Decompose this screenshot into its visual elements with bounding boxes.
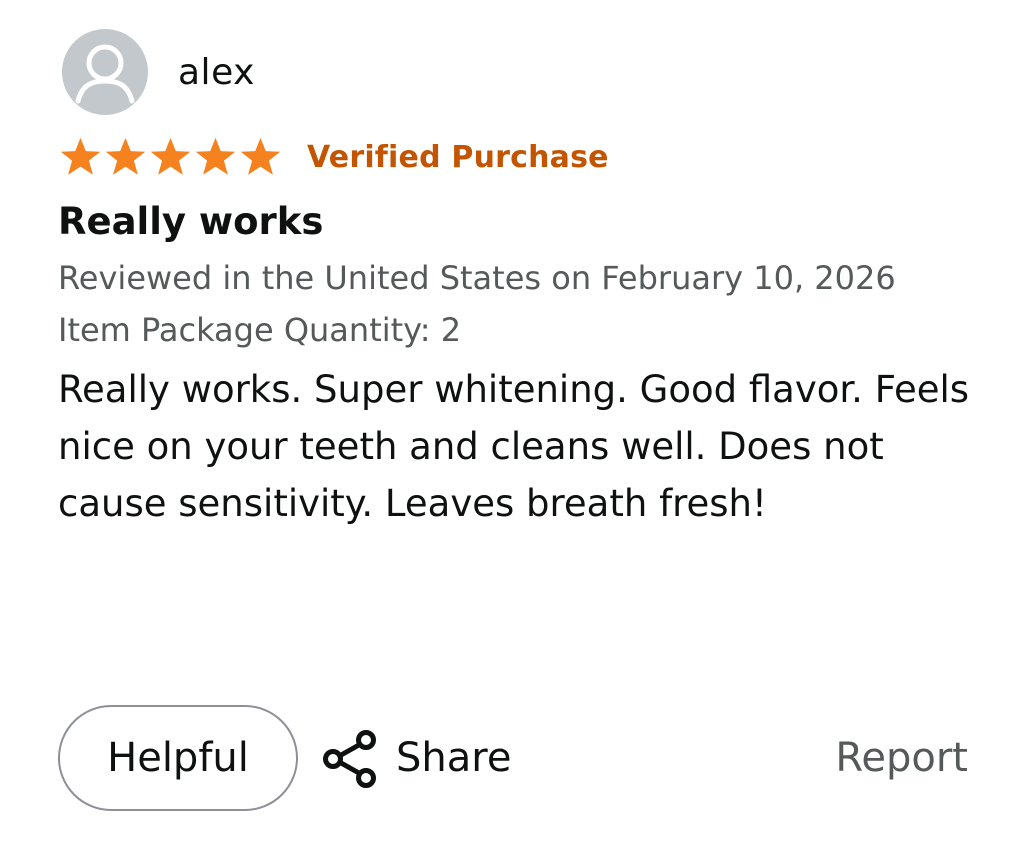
review-card: alex Verified Purchase Really works Revi… xyxy=(58,28,978,532)
star-icon xyxy=(105,137,146,175)
reviewer-profile[interactable]: alex xyxy=(58,28,978,116)
review-body: Really works. Super whitening. Good flav… xyxy=(58,368,970,525)
share-icon xyxy=(323,730,376,788)
share-label: Share xyxy=(396,735,512,781)
review-title: Really works xyxy=(58,200,324,243)
share-button[interactable]: Share xyxy=(320,705,511,811)
report-link[interactable]: Report xyxy=(835,705,968,811)
rating-row: Verified Purchase xyxy=(58,136,978,178)
helpful-button[interactable]: Helpful xyxy=(58,705,298,811)
verified-purchase-badge: Verified Purchase xyxy=(307,139,609,175)
star-icon xyxy=(60,137,101,175)
star-icon xyxy=(240,137,281,175)
review-actions: Helpful Share Report xyxy=(58,705,968,813)
user-avatar-icon xyxy=(75,44,135,104)
review-date: Reviewed in the United States on Februar… xyxy=(58,259,896,297)
star-rating xyxy=(58,136,283,178)
star-icon xyxy=(195,137,236,175)
star-icon xyxy=(150,137,191,175)
reviewer-name: alex xyxy=(178,51,255,93)
avatar xyxy=(62,29,148,115)
item-package-quantity: Item Package Quantity: 2 xyxy=(58,311,462,349)
